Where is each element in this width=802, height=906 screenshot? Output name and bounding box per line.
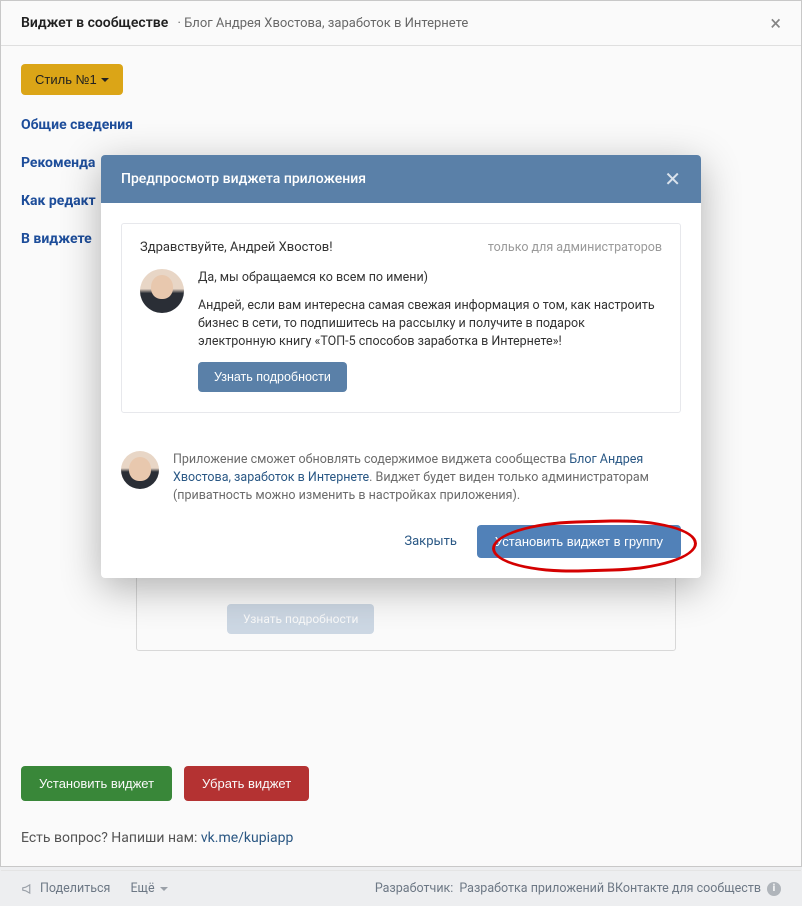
preview-content: Да, мы обращаемся ко всем по имени) Андр… [140, 269, 662, 392]
details-button[interactable]: Узнать подробности [198, 362, 347, 392]
preview-line-1: Да, мы обращаемся ко всем по имени) [198, 269, 662, 287]
info-icon[interactable]: i [767, 882, 781, 896]
avatar [121, 451, 159, 489]
developer-link[interactable]: Разработка приложений ВКонтакте для сооб… [459, 881, 761, 896]
modal-note-text: Приложение сможет обновлять содержимое в… [173, 451, 681, 505]
modal-note: Приложение сможет обновлять содержимое в… [101, 433, 701, 511]
close-button[interactable]: Закрыть [404, 534, 457, 549]
modal-body: Здравствуйте, Андрей Хвостов! только для… [101, 203, 701, 433]
footer: Поделиться Ещё Разработчик: Разработка п… [1, 870, 801, 906]
footer-left: Поделиться Ещё [21, 881, 168, 896]
widget-preview: Здравствуйте, Андрей Хвостов! только для… [121, 223, 681, 413]
install-to-group-button[interactable]: Установить виджет в группу [477, 525, 681, 558]
modal-overlay: Предпросмотр виджета приложения ✕ Здравс… [0, 0, 802, 867]
note-prefix: Приложение сможет обновлять содержимое в… [173, 452, 569, 467]
preview-line-2: Андрей, если вам интересна самая свежая … [198, 297, 662, 351]
modal-actions: Закрыть Установить виджет в группу [101, 511, 701, 578]
preview-header: Здравствуйте, Андрей Хвостов! только для… [140, 240, 662, 255]
share-label: Поделиться [40, 881, 110, 896]
preview-modal: Предпросмотр виджета приложения ✕ Здравс… [101, 155, 701, 578]
admins-only-label: только для администраторов [488, 240, 662, 255]
more-button[interactable]: Ещё [130, 881, 167, 896]
avatar [140, 269, 184, 313]
share-button[interactable]: Поделиться [21, 881, 110, 896]
developer-label: Разработчик: [375, 881, 454, 896]
chevron-down-icon [160, 887, 168, 891]
greeting-text: Здравствуйте, Андрей Хвостов! [140, 240, 333, 255]
megaphone-icon [21, 882, 35, 896]
more-label: Ещё [130, 881, 154, 896]
footer-right: Разработчик: Разработка приложений ВКонт… [375, 881, 781, 896]
modal-title: Предпросмотр виджета приложения [121, 171, 366, 187]
close-icon[interactable]: ✕ [664, 169, 681, 189]
modal-header: Предпросмотр виджета приложения ✕ [101, 155, 701, 203]
preview-text: Да, мы обращаемся ко всем по имени) Андр… [198, 269, 662, 392]
